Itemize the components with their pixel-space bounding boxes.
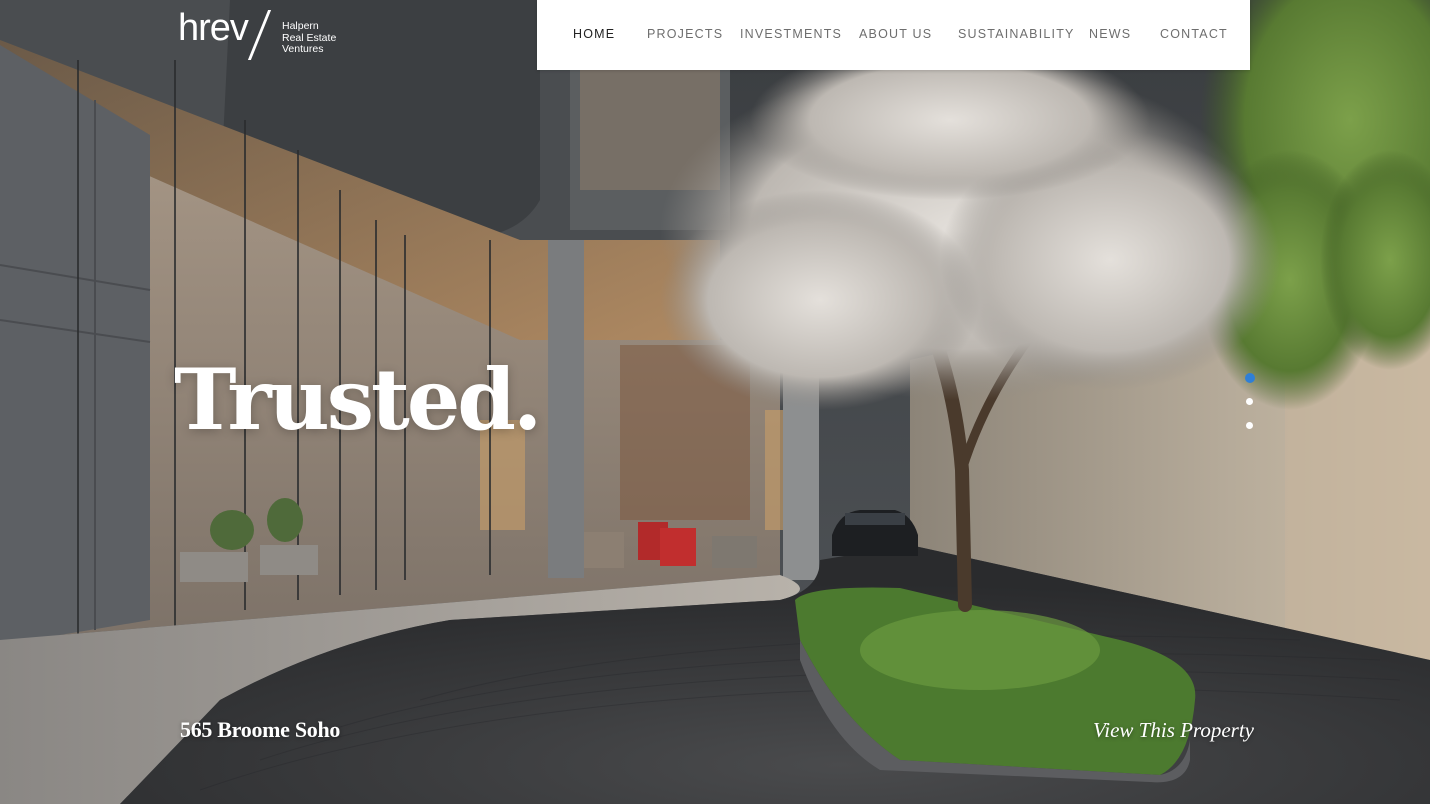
- nav-item-home[interactable]: HOME: [573, 27, 615, 41]
- nav-item-sustainability[interactable]: SUSTAINABILITY: [958, 27, 1075, 41]
- nav-item-contact[interactable]: CONTACT: [1160, 27, 1228, 41]
- logo-slash: [247, 10, 272, 60]
- property-name: 565 Broome Soho: [180, 717, 341, 742]
- hero-headline: Trusted.: [174, 350, 542, 449]
- logo-company-name: Halpern Real Estate Ventures: [282, 20, 336, 56]
- nav-item-about-us[interactable]: ABOUT US: [859, 27, 932, 41]
- slider-dot-2[interactable]: [1246, 398, 1253, 405]
- logo-line-3: Ventures: [282, 43, 324, 55]
- nav-item-news[interactable]: NEWS: [1089, 27, 1131, 41]
- logo-line-1: Halpern: [282, 20, 319, 32]
- main-navigation: HOME PROJECTS INVESTMENTS ABOUT US SUSTA…: [537, 0, 1250, 70]
- slider-dot-3[interactable]: [1246, 422, 1253, 429]
- hrev-logo[interactable]: hrev Halpern Real Estate Ventures: [178, 8, 348, 64]
- nav-item-investments[interactable]: INVESTMENTS: [740, 27, 842, 41]
- nav-item-projects[interactable]: PROJECTS: [647, 27, 723, 41]
- logo-mark: hrev: [178, 7, 249, 49]
- slider-dot-1[interactable]: [1245, 373, 1255, 383]
- view-property-link[interactable]: View This Property: [1093, 718, 1254, 743]
